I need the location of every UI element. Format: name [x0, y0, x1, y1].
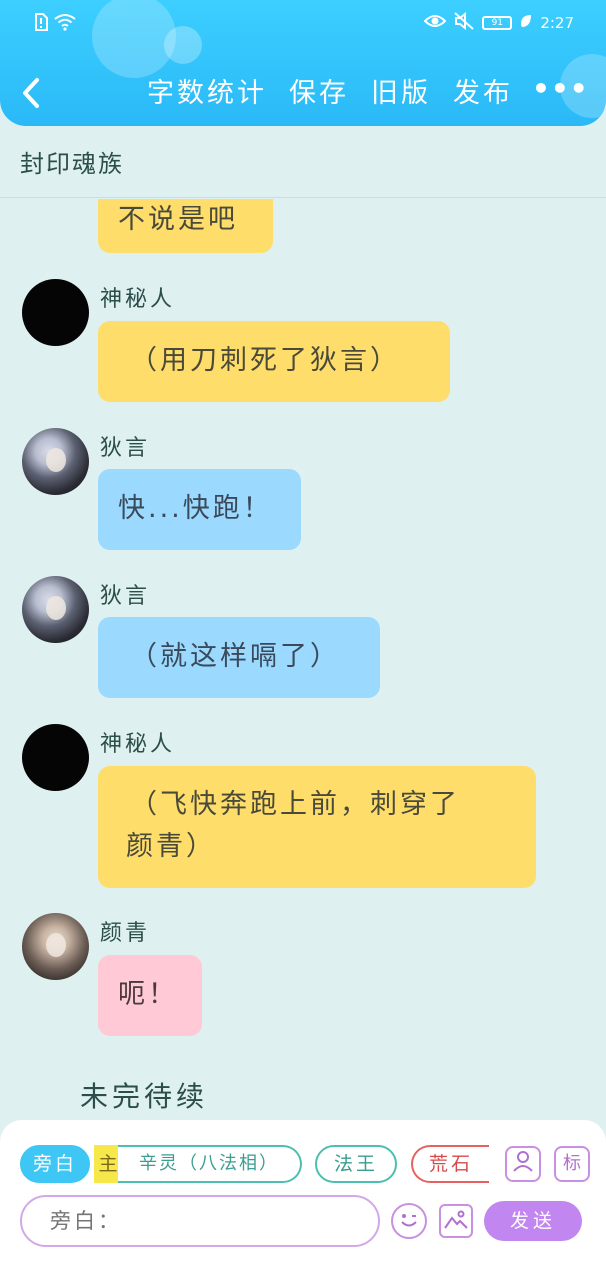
message-bubble[interactable]: （就这样嗝了） [98, 617, 380, 698]
speaker-name: 狄言 [100, 584, 151, 609]
battery-indicator: 91 [482, 16, 513, 30]
message-bubble[interactable]: （飞快奔跑上前，刺穿了 颜青） [98, 766, 536, 888]
chat-list[interactable]: 不说是吧 神秘人 （用刀刺死了狄言） 狄言 快...快跑！ 狄言 （就这样嗝了）… [0, 199, 606, 1119]
message-text: （就这样嗝了） [130, 641, 340, 672]
back-button[interactable] [20, 76, 46, 112]
speaker-name: 颜青 [100, 921, 151, 946]
message-text: （用刀刺死了狄言） [130, 345, 400, 376]
send-button[interactable]: 发送 [484, 1201, 582, 1241]
avatar[interactable] [22, 428, 89, 495]
composer-panel: 旁白 主 辛灵（八法相） 法王 荒石 标 发送 [0, 1120, 606, 1280]
message-bubble[interactable]: 快...快跑！ [98, 469, 301, 550]
avatar[interactable] [22, 576, 89, 643]
message-text: 快...快跑！ [118, 493, 273, 524]
speaker-name: 神秘人 [100, 287, 176, 312]
avatar[interactable] [22, 279, 89, 346]
message-bubble[interactable]: （用刀刺死了狄言） [98, 321, 450, 402]
wifi-icon [54, 13, 76, 35]
tag-button[interactable]: 标 [554, 1146, 590, 1182]
eye-icon [423, 13, 447, 33]
save-button[interactable]: 保存 [289, 76, 349, 112]
speaker-name: 神秘人 [100, 732, 176, 757]
message-text: 不说是吧 [118, 204, 238, 235]
chevron-left-icon [23, 78, 39, 108]
speaker-name: 狄言 [100, 436, 151, 461]
role-narrator-tab[interactable]: 旁白 [20, 1145, 90, 1183]
message-text-line: 颜青） [126, 831, 216, 862]
chapter-bar: 封印魂族 [0, 126, 606, 198]
role-xinling-tab[interactable]: 辛灵（八法相） [118, 1145, 302, 1183]
leaf-icon [520, 14, 532, 32]
clock: 2:27 [540, 14, 574, 32]
message-bubble[interactable]: 不说是吧 [98, 199, 273, 253]
avatar[interactable] [22, 724, 89, 791]
mute-icon [454, 11, 474, 34]
word-count-button[interactable]: 字数统计 [147, 76, 267, 112]
app-header: 91 2:27 字数统计 保存 旧版 发布 ••• [0, 0, 606, 126]
role-fawang-tab[interactable]: 法王 [315, 1145, 397, 1183]
publish-button[interactable]: 发布 [453, 76, 513, 112]
status-bar: 91 2:27 [0, 0, 606, 46]
more-options-button[interactable]: ••• [532, 75, 589, 103]
image-icon[interactable] [439, 1204, 473, 1238]
message-input[interactable] [20, 1195, 380, 1247]
to-be-continued-note: 未完待续 [80, 1080, 209, 1113]
avatar[interactable] [22, 913, 89, 980]
smiley-icon[interactable] [391, 1203, 427, 1239]
role-huangshi-tab[interactable]: 荒石 [411, 1145, 489, 1183]
chapter-title[interactable]: 封印魂族 [20, 144, 124, 179]
old-version-button[interactable]: 旧版 [371, 76, 431, 112]
message-bubble[interactable]: 呃！ [98, 955, 202, 1036]
message-text: 呃！ [118, 979, 178, 1010]
header-toolbar: 字数统计 保存 旧版 发布 [147, 76, 513, 112]
character-card-icon[interactable] [505, 1146, 541, 1182]
sim-alert-icon [34, 13, 48, 35]
message-text-line: （飞快奔跑上前，刺穿了 [130, 789, 460, 820]
